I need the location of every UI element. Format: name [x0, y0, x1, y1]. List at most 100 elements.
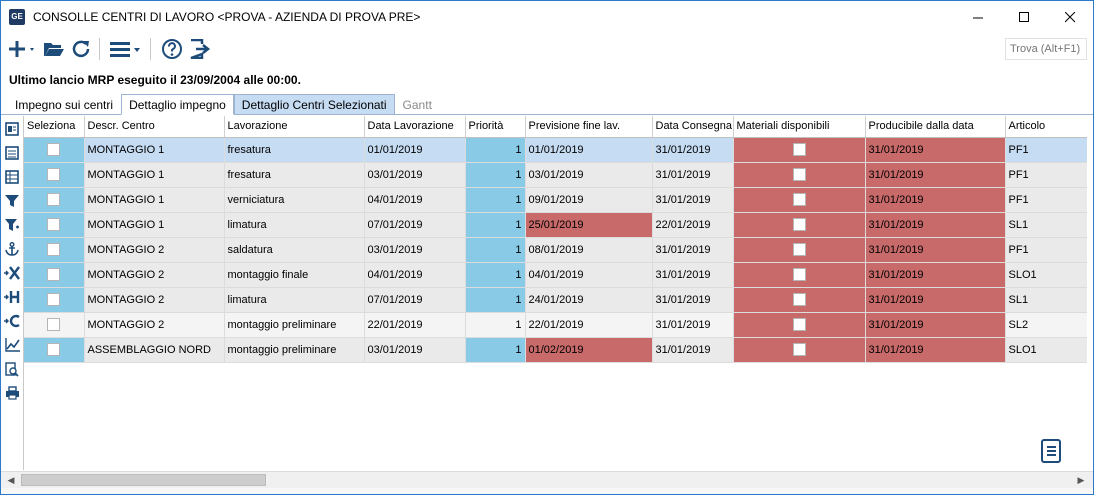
table-row[interactable]: MONTAGGIO 2 limatura 07/01/2019 1 24/01/… — [24, 287, 1087, 313]
materials-checkbox[interactable] — [792, 318, 806, 331]
cell-priorita: 1 — [465, 187, 526, 213]
print-icon[interactable] — [1, 381, 23, 405]
materials-cell — [733, 287, 866, 313]
materials-checkbox[interactable] — [792, 193, 806, 206]
refresh-button[interactable] — [71, 36, 91, 62]
help-button[interactable] — [161, 36, 183, 62]
cell-lavorazione: montaggio finale — [224, 262, 365, 288]
table-row[interactable]: MONTAGGIO 1 verniciatura 04/01/2019 1 09… — [24, 187, 1087, 213]
table-row[interactable]: ASSEMBLAGGIO NORD montaggio preliminare … — [24, 337, 1087, 363]
materials-checkbox[interactable] — [792, 143, 806, 156]
exit-button[interactable] — [189, 36, 211, 62]
materials-cell — [733, 162, 866, 188]
anchor-icon[interactable] — [1, 237, 23, 261]
plus-icon — [9, 41, 34, 57]
select-checkbox[interactable] — [47, 168, 61, 181]
toolbar — [1, 33, 1093, 65]
scroll-left-icon[interactable]: ◀ — [5, 474, 17, 486]
cell-centro: MONTAGGIO 2 — [84, 262, 225, 288]
select-checkbox[interactable] — [47, 268, 61, 281]
select-cell — [24, 187, 85, 213]
close-button[interactable] — [1047, 1, 1093, 33]
select-checkbox[interactable] — [47, 193, 61, 206]
status-strip — [1, 488, 1093, 494]
column-header[interactable]: Articolo — [1005, 116, 1087, 138]
cell-priorita: 1 — [465, 212, 526, 238]
cell-articolo: PF1 — [1005, 162, 1087, 188]
connect-x-icon[interactable] — [1, 261, 23, 285]
materials-checkbox[interactable] — [792, 168, 806, 181]
table-row[interactable]: MONTAGGIO 1 fresatura 01/01/2019 1 01/01… — [24, 137, 1087, 163]
tab-gantt[interactable]: Gantt — [395, 94, 440, 115]
minimize-button[interactable] — [955, 1, 1001, 33]
column-header[interactable]: Lavorazione — [224, 116, 365, 138]
select-checkbox[interactable] — [47, 293, 61, 306]
connect-h-icon[interactable] — [1, 285, 23, 309]
new-button[interactable] — [9, 36, 37, 62]
table-row[interactable]: MONTAGGIO 2 saldatura 03/01/2019 1 08/01… — [24, 237, 1087, 263]
menu-button[interactable] — [110, 36, 142, 62]
column-header[interactable]: Descr. Centro — [84, 116, 225, 138]
filter-icon[interactable] — [1, 189, 23, 213]
app-logo-icon: GE — [9, 9, 25, 25]
column-header[interactable]: Priorità — [465, 116, 526, 138]
tab-dettaglio-centri-selezionati[interactable]: Dettaglio Centri Selezionati — [233, 94, 395, 115]
magnify-doc-icon[interactable] — [1, 357, 23, 381]
table-row[interactable]: MONTAGGIO 2 montaggio finale 04/01/2019 … — [24, 262, 1087, 288]
tab-dettaglio-impegno[interactable]: Dettaglio impegno — [121, 94, 234, 115]
select-cell — [24, 162, 85, 188]
chart-line-icon[interactable] — [1, 333, 23, 357]
details-list-icon[interactable] — [1041, 439, 1061, 463]
cell-producibile: 31/01/2019 — [865, 262, 1006, 288]
materials-checkbox[interactable] — [792, 343, 806, 356]
cell-data-lavorazione: 07/01/2019 — [364, 212, 466, 238]
select-checkbox[interactable] — [47, 318, 61, 331]
column-header[interactable]: Producibile dalla data — [865, 116, 1006, 138]
filter-plus-icon[interactable] — [1, 213, 23, 237]
materials-cell — [733, 337, 866, 363]
cell-previsione: 24/01/2019 — [525, 287, 653, 313]
column-header[interactable]: Data Consegna — [652, 116, 734, 138]
column-header[interactable]: Previsione fine lav. — [525, 116, 653, 138]
list-icon[interactable] — [1, 141, 23, 165]
tab-bar: Impegno sui centri Dettaglio impegno Det… — [7, 94, 440, 115]
cell-previsione: 08/01/2019 — [525, 237, 653, 263]
cell-articolo: SLO1 — [1005, 262, 1087, 288]
select-checkbox[interactable] — [47, 218, 61, 231]
scroll-right-icon[interactable]: ▶ — [1075, 474, 1087, 486]
table-row[interactable]: MONTAGGIO 2 montaggio preliminare 22/01/… — [24, 312, 1087, 338]
form-icon[interactable] — [1, 117, 23, 141]
search-input[interactable] — [1005, 38, 1087, 60]
materials-checkbox[interactable] — [792, 243, 806, 256]
cell-data-lavorazione: 07/01/2019 — [364, 287, 466, 313]
scrollbar-thumb[interactable] — [21, 474, 266, 486]
cell-previsione: 01/02/2019 — [525, 337, 653, 363]
cell-producibile: 31/01/2019 — [865, 337, 1006, 363]
detail-grid: Seleziona Descr. Centro Lavorazione Data… — [23, 116, 1087, 470]
horizontal-scrollbar[interactable]: ◀ ▶ — [1, 471, 1093, 488]
materials-checkbox[interactable] — [792, 293, 806, 306]
select-checkbox[interactable] — [47, 343, 61, 356]
cell-producibile: 31/01/2019 — [865, 287, 1006, 313]
select-checkbox[interactable] — [47, 243, 61, 256]
column-header[interactable]: Materiali disponibili — [733, 116, 866, 138]
column-header[interactable]: Data Lavorazione — [364, 116, 466, 138]
materials-cell — [733, 262, 866, 288]
materials-checkbox[interactable] — [792, 268, 806, 281]
maximize-button[interactable] — [1001, 1, 1047, 33]
column-header[interactable]: Seleziona — [24, 116, 85, 138]
select-cell — [24, 237, 85, 263]
window-title: CONSOLLE CENTRI DI LAVORO <PROVA - AZIEN… — [33, 10, 421, 24]
cell-consegna: 31/01/2019 — [652, 162, 734, 188]
cell-articolo: PF1 — [1005, 237, 1087, 263]
table-row[interactable]: MONTAGGIO 1 limatura 07/01/2019 1 25/01/… — [24, 212, 1087, 238]
header-row: Seleziona Descr. Centro Lavorazione Data… — [24, 116, 1087, 138]
table-row[interactable]: MONTAGGIO 1 fresatura 03/01/2019 1 03/01… — [24, 162, 1087, 188]
materials-checkbox[interactable] — [792, 218, 806, 231]
connect-c-icon[interactable] — [1, 309, 23, 333]
open-button[interactable] — [43, 36, 65, 62]
cell-previsione: 22/01/2019 — [525, 312, 653, 338]
tab-impegno-centri[interactable]: Impegno sui centri — [7, 94, 121, 115]
select-checkbox[interactable] — [47, 143, 61, 156]
table-icon[interactable] — [1, 165, 23, 189]
